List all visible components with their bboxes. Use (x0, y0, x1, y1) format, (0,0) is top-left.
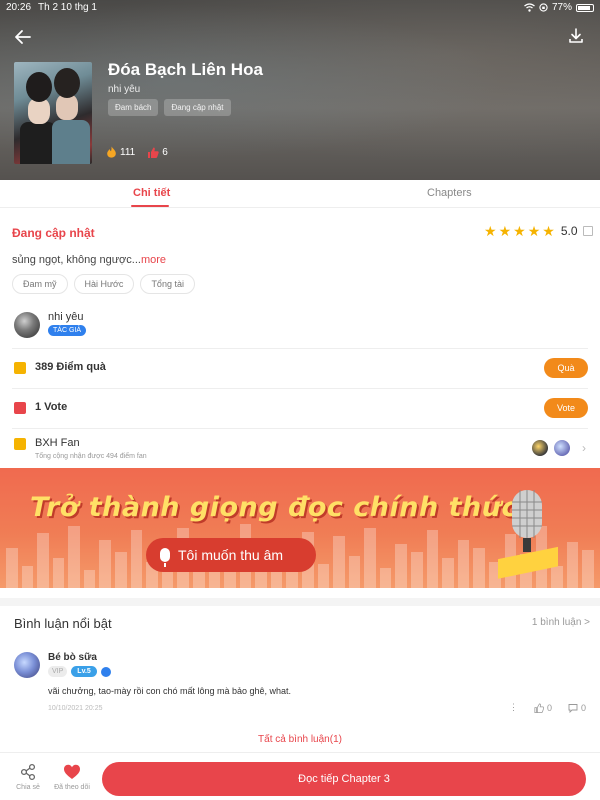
vote-row: 1 Vote Vote (12, 388, 588, 428)
status-indicators: 77% (524, 2, 594, 13)
tab-details[interactable]: Chi tiết (133, 187, 170, 199)
comment-date: 10/10/2021 20:25 (48, 705, 103, 712)
update-status: Đang cập nhật (12, 226, 95, 240)
comment-like-count: 0 (546, 702, 552, 713)
commenter-avatar[interactable] (14, 652, 40, 678)
status-time: 20:26 (6, 2, 32, 13)
reactions-count: 6 (162, 146, 168, 158)
fan-ranking-subtext: Tổng cộng nhận được 494 điểm fan (35, 453, 147, 460)
book-stats: 111 6 (106, 146, 168, 158)
tab-chapters[interactable]: Chapters (427, 187, 472, 199)
wifi-icon (524, 3, 535, 12)
genre-tags: Đam mỹ Hài Hước Tổng tài (12, 274, 195, 294)
continue-reading-button[interactable]: Đọc tiếp Chapter 3 (102, 762, 586, 796)
comment-reply-count: 0 (580, 702, 586, 713)
edit-rating-icon[interactable] (582, 226, 593, 236)
vote-button[interactable]: Vote (544, 398, 588, 418)
rating[interactable]: ★ ★ ★ ★ ★ 5.0 (484, 224, 593, 238)
medal-icon (100, 666, 111, 677)
battery-icon (576, 3, 594, 12)
gift-points-icon (14, 362, 26, 374)
share-icon (20, 763, 36, 781)
orientation-lock-icon (539, 3, 548, 12)
star-icon: ★ (498, 223, 512, 239)
star-icon: ★ (484, 223, 497, 239)
book-detail-screen: 20:26 Th 2 10 thg 1 77% Đóa Bạch Liên Ho… (0, 0, 600, 800)
share-label: Chia sẻ (16, 784, 40, 791)
fan-avatar[interactable] (554, 440, 570, 456)
star-icon: ★ (513, 223, 526, 239)
vip-badge: VIP (48, 666, 68, 677)
follow-button[interactable]: Đã theo dõi (52, 763, 92, 791)
comments-heading: Bình luận nổi bật (14, 616, 112, 631)
likes-stat: 111 (106, 146, 135, 158)
book-description: sủng ngọt, không ngược...more (12, 254, 166, 266)
active-tab-indicator (131, 205, 169, 207)
voice-recruit-banner[interactable]: Trở thành giọng đọc chính thức! Tôi muốn… (0, 468, 600, 588)
book-author[interactable]: nhi yêu (108, 84, 140, 95)
status-bar: 20:26 Th 2 10 thg 1 77% (0, 0, 600, 16)
fan-avatar[interactable] (532, 440, 548, 456)
comments-count-link[interactable]: 1 bình luận > (532, 617, 590, 628)
fan-ranking-label: BXH Fan (35, 437, 80, 449)
book-tags: Đam bách Đang cập nhật (108, 99, 231, 116)
author-row[interactable]: nhi yêu TÁC GIẢ (14, 310, 590, 346)
microphone-icon (160, 548, 170, 567)
fire-icon (107, 146, 116, 158)
more-options-icon[interactable]: ⋮ (509, 702, 518, 713)
trophy-icon (14, 438, 26, 450)
fan-ranking-row[interactable]: BXH Fan Tổng cộng nhận được 494 điểm fan… (12, 428, 588, 468)
star-icon: ★ (542, 223, 555, 239)
back-arrow-icon[interactable] (12, 26, 34, 48)
record-button[interactable]: Tôi muốn thu âm (146, 538, 316, 572)
author-badge: TÁC GIẢ (48, 325, 87, 336)
description-text: sủng ngọt, không ngược... (12, 254, 141, 266)
status-date: Th 2 10 thg 1 (38, 2, 97, 13)
book-header: 20:26 Th 2 10 thg 1 77% Đóa Bạch Liên Ho… (0, 0, 600, 180)
thumbs-up-outline-icon (534, 702, 544, 713)
detail-tabs: Chi tiết Chapters (0, 180, 600, 208)
gift-button[interactable]: Quà (544, 358, 588, 378)
gift-points-label: 389 Điểm quà (35, 361, 106, 373)
more-link[interactable]: more (141, 254, 166, 266)
battery-percent: 77% (551, 2, 572, 13)
reactions-stat: 6 (147, 147, 168, 158)
comment-reply-button[interactable]: 0 (568, 703, 586, 713)
level-badge: Lv.5 (71, 666, 97, 677)
book-title: Đóa Bạch Liên Hoa (108, 60, 263, 79)
download-icon[interactable] (566, 26, 586, 46)
speech-bubble-icon (568, 703, 578, 713)
comment-actions: ⋮ 0 0 (509, 702, 586, 713)
genre-tag[interactable]: Đam mỹ (12, 274, 68, 294)
featured-comments: Bình luận nổi bật 1 bình luận > Bé bò sữ… (0, 598, 600, 750)
star-icon: ★ (527, 223, 541, 239)
likes-count: 111 (120, 146, 136, 158)
comment-text: vãi chưởng, tao-mày rồi con chó mất lông… (48, 686, 292, 696)
microphone-illustration-icon: ♪ ♫ ♪ (498, 490, 558, 579)
vote-icon (14, 402, 26, 414)
commenter-badges: VIP Lv.5 (48, 666, 111, 677)
book-tag[interactable]: Đam bách (108, 99, 159, 116)
author-avatar (14, 312, 40, 338)
book-tag[interactable]: Đang cập nhật (164, 99, 231, 116)
bottom-action-bar: Chia sẻ Đã theo dõi Đọc tiếp Chapter 3 (0, 752, 600, 800)
vote-label: 1 Vote (35, 401, 68, 413)
thumbs-up-icon (148, 147, 159, 158)
heart-icon (64, 764, 80, 779)
record-button-label: Tôi muốn thu âm (178, 547, 284, 563)
commenter-name[interactable]: Bé bò sữa (48, 652, 97, 663)
all-comments-link[interactable]: Tất cả bình luận(1) (0, 734, 600, 745)
author-name: nhi yêu (48, 311, 84, 323)
share-button[interactable]: Chia sẻ (8, 763, 48, 791)
comment-like-button[interactable]: 0 (534, 703, 552, 713)
banner-title: Trở thành giọng đọc chính thức! (30, 492, 531, 523)
genre-tag[interactable]: Tổng tài (140, 274, 195, 294)
gift-row: 389 Điểm quà Quà (12, 348, 588, 388)
follow-label: Đã theo dõi (54, 784, 90, 791)
book-cover-image (14, 62, 92, 164)
genre-tag[interactable]: Hài Hước (73, 274, 135, 294)
chevron-right-icon: › (582, 441, 586, 455)
rating-value: 5.0 (560, 224, 578, 238)
